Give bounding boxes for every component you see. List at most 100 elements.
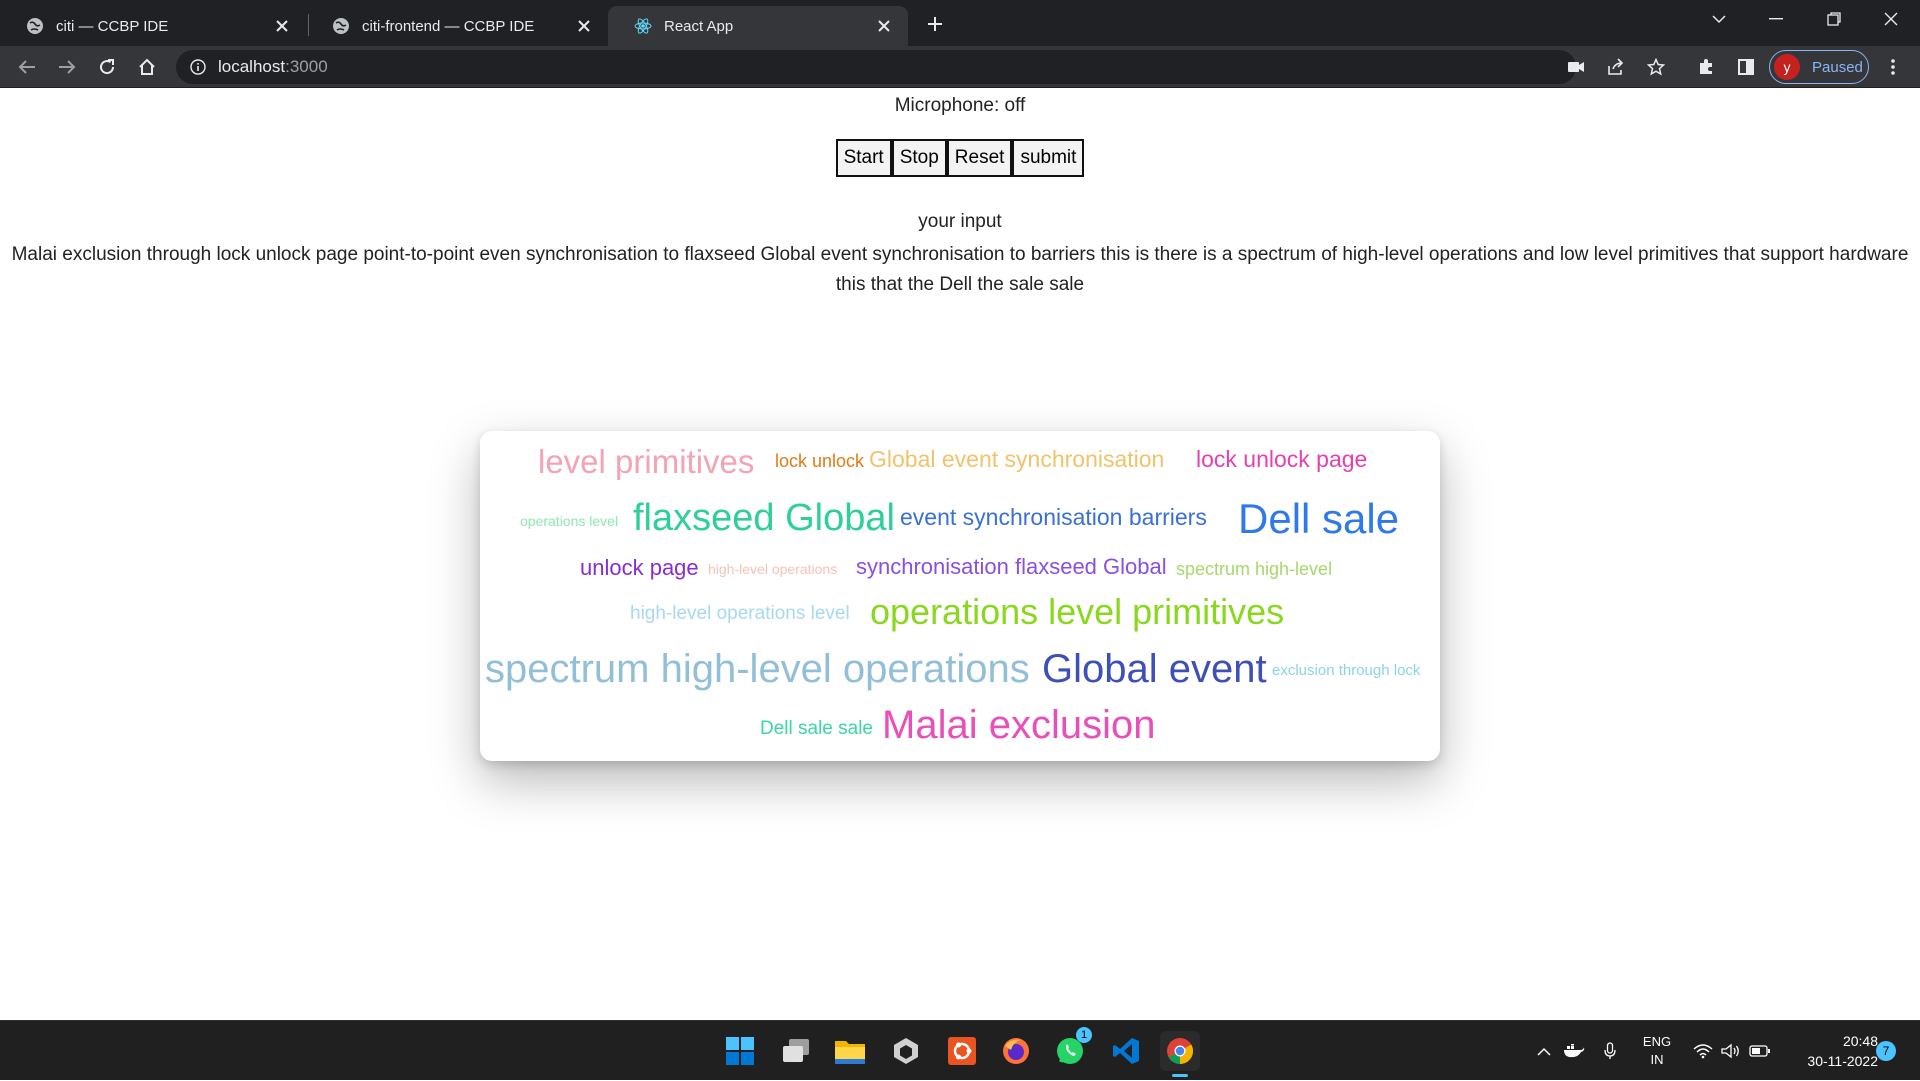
- share-button[interactable]: [1600, 51, 1632, 83]
- profile-button[interactable]: y Paused: [1769, 50, 1869, 84]
- clock-date: 30-11-2022: [1807, 1053, 1878, 1069]
- tab-react-app[interactable]: React App: [608, 6, 908, 46]
- taskbar: 1 ENG IN 20:48 30-11-2022 7: [0, 1020, 1920, 1080]
- cloud-word: exclusion through lock: [1272, 662, 1421, 679]
- clock-time: 20:48: [1842, 1033, 1878, 1049]
- cloud-word: flaxseed Global: [633, 497, 895, 539]
- chevron-up-icon: [1537, 1047, 1551, 1056]
- cloud-word: high-level operations: [708, 561, 838, 577]
- ubuntu-button[interactable]: [942, 1031, 982, 1071]
- network-volume-battery-button[interactable]: [1686, 1021, 1778, 1081]
- submit-button[interactable]: submit: [1012, 139, 1085, 177]
- task-view-button[interactable]: [776, 1031, 816, 1071]
- tab-strip: citi — CCBP IDE citi-frontend — CCBP IDE…: [0, 0, 1920, 46]
- cloud-word: synchronisation flaxseed Global: [856, 554, 1167, 579]
- home-icon: [139, 58, 155, 75]
- reset-button[interactable]: Reset: [946, 139, 1013, 177]
- react-icon: [634, 17, 652, 35]
- docker-tray-button[interactable]: [1560, 1021, 1588, 1081]
- unity-button[interactable]: [886, 1031, 926, 1071]
- restore-button[interactable]: [1810, 0, 1858, 38]
- whatsapp-button[interactable]: 1: [1050, 1027, 1092, 1071]
- close-icon[interactable]: [268, 12, 296, 40]
- arrow-right-icon: [59, 60, 76, 74]
- minimize-button[interactable]: [1752, 0, 1800, 38]
- back-button[interactable]: [11, 51, 43, 83]
- unity-icon: [894, 1038, 918, 1064]
- puzzle-icon: [1700, 59, 1712, 74]
- address-bar[interactable]: localhost:3000: [176, 50, 1576, 84]
- vscode-button[interactable]: [1106, 1031, 1146, 1071]
- word-cloud: level primitives lock unlock Global even…: [480, 431, 1440, 761]
- language-line2: IN: [1650, 1052, 1664, 1067]
- microphone-icon: [1604, 1042, 1616, 1059]
- battery-icon: [1749, 1045, 1770, 1057]
- notification-center-button[interactable]: 7: [1874, 1021, 1898, 1081]
- reload-button[interactable]: [91, 51, 123, 83]
- file-explorer-icon: [835, 1041, 865, 1064]
- cloud-word: operations level primitives: [870, 591, 1285, 632]
- firefox-button[interactable]: [996, 1031, 1036, 1071]
- start-button[interactable]: Start: [835, 139, 892, 177]
- tab-citi[interactable]: citi — CCBP IDE: [0, 6, 306, 46]
- home-button[interactable]: [131, 51, 163, 83]
- menu-button[interactable]: [1877, 51, 1909, 83]
- share-icon: [1608, 58, 1624, 75]
- cloud-word: spectrum high-level: [1176, 559, 1333, 579]
- file-explorer-button[interactable]: [830, 1031, 870, 1071]
- input-label: your input: [918, 211, 1002, 232]
- cloud-word: Malai exclusion: [882, 703, 1156, 747]
- close-window-button[interactable]: [1867, 0, 1915, 38]
- forward-button[interactable]: [51, 51, 83, 83]
- arrow-left-icon: [18, 60, 35, 74]
- vscode-icon: [1113, 1038, 1139, 1064]
- windows-start-icon: [726, 1037, 754, 1065]
- transcript-text: Malai exclusion through lock unlock page…: [11, 244, 1909, 295]
- show-hidden-icons-button[interactable]: [1532, 1021, 1556, 1081]
- camera-indicator-button[interactable]: [1560, 51, 1592, 83]
- url-text: localhost:3000: [218, 57, 328, 76]
- globe-icon: [26, 17, 44, 35]
- cloud-word: lock unlock page: [1196, 446, 1368, 472]
- ubuntu-icon: [948, 1037, 976, 1065]
- close-icon: [1884, 12, 1898, 26]
- microphone-tray-button[interactable]: [1596, 1021, 1624, 1081]
- tab-title: citi — CCBP IDE: [56, 17, 169, 35]
- kebab-menu-icon: [1891, 59, 1895, 75]
- new-tab-button[interactable]: [918, 7, 952, 41]
- star-icon: [1647, 58, 1665, 76]
- notification-badge: 1: [1076, 1027, 1092, 1043]
- control-buttons: Start Stop Reset submit: [0, 139, 1920, 177]
- close-icon[interactable]: [570, 12, 598, 40]
- stop-button[interactable]: Stop: [891, 139, 947, 177]
- windows-start-button[interactable]: [720, 1031, 760, 1071]
- cloud-word: Dell sale sale: [760, 718, 873, 739]
- volume-icon: [1721, 1043, 1739, 1059]
- clock[interactable]: 20:48 30-11-2022: [1786, 1021, 1878, 1081]
- side-panel-button[interactable]: [1730, 51, 1762, 83]
- info-icon[interactable]: [190, 59, 206, 75]
- minimize-icon: [1769, 18, 1783, 20]
- cloud-word: Dell sale: [1238, 495, 1400, 542]
- reload-icon: [100, 59, 115, 75]
- tab-search-button[interactable]: [1695, 0, 1743, 38]
- plus-icon: [928, 17, 942, 31]
- cloud-word: Global event synchronisation: [869, 446, 1165, 472]
- cloud-word: lock unlock: [775, 451, 865, 471]
- docker-icon: [1564, 1044, 1585, 1058]
- cloud-word: unlock page: [580, 555, 699, 580]
- tab-citi-frontend[interactable]: citi-frontend — CCBP IDE: [306, 6, 608, 46]
- bookmark-button[interactable]: [1640, 51, 1672, 83]
- notification-count-badge: 7: [1876, 1041, 1896, 1061]
- chrome-underline: [1172, 1074, 1188, 1077]
- side-panel-icon: [1738, 59, 1754, 75]
- microphone-status: Microphone: off: [894, 95, 1026, 116]
- cloud-word: level primitives: [538, 443, 755, 480]
- extensions-button[interactable]: [1690, 51, 1722, 83]
- cloud-word: Global event: [1042, 647, 1267, 691]
- close-icon[interactable]: [870, 12, 898, 40]
- language-indicator[interactable]: ENG IN: [1634, 1021, 1680, 1081]
- browser-toolbar: localhost:3000 y Paused: [0, 46, 1920, 88]
- chrome-icon: [1167, 1038, 1194, 1065]
- chrome-button[interactable]: [1160, 1031, 1200, 1077]
